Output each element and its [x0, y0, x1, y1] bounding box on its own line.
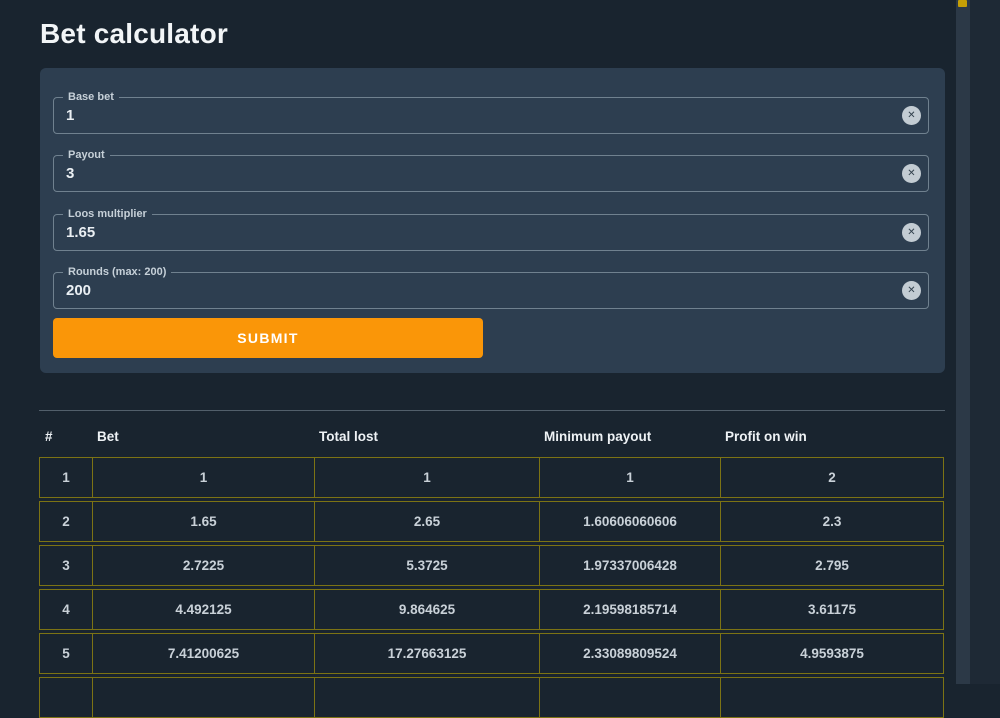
table-cell: 2.33089809524 [539, 634, 720, 673]
rounds-value[interactable]: 200 [66, 273, 892, 308]
table-row: 57.4120062517.276631252.330898095244.959… [39, 633, 944, 674]
submit-button[interactable]: SUBMIT [53, 318, 483, 358]
table-cell: 4.9593875 [720, 634, 943, 673]
table-cell: 2.19598185714 [539, 590, 720, 629]
loss-multiplier-clear-button[interactable]: ✕ [902, 223, 921, 242]
bet-form-card: Base bet 1 ✕ Payout 3 ✕ Loos multiplier … [40, 68, 945, 373]
payout-field[interactable]: Payout 3 ✕ [53, 155, 929, 192]
table-cell: 1 [92, 458, 314, 497]
table-cell: 1 [40, 458, 92, 497]
scrollbar-track[interactable] [956, 0, 970, 684]
table-cell: 1 [539, 458, 720, 497]
loss-multiplier-field[interactable]: Loos multiplier 1.65 ✕ [53, 214, 929, 251]
table-cell: 1 [314, 458, 539, 497]
rounds-clear-button[interactable]: ✕ [902, 281, 921, 300]
column-header-bet: Bet [92, 429, 314, 444]
clear-icon: ✕ [907, 228, 915, 238]
table-header-row: # Bet Total lost Minimum payout Profit o… [40, 421, 945, 451]
table-row: 44.4921259.8646252.195981857143.61175 [39, 589, 944, 630]
table-cell: 2 [40, 502, 92, 541]
table-row: 11112 [39, 457, 944, 498]
table-cell: 4 [40, 590, 92, 629]
base-bet-clear-button[interactable]: ✕ [902, 106, 921, 125]
table-cell: 1.60606060606 [539, 502, 720, 541]
payout-value[interactable]: 3 [66, 156, 892, 191]
table-cell: 2 [720, 458, 943, 497]
base-bet-field[interactable]: Base bet 1 ✕ [53, 97, 929, 134]
table-cell: 2.7225 [92, 546, 314, 585]
table-cell: 5.3725 [314, 546, 539, 585]
table-row-partial [39, 677, 944, 718]
table-cell: 2.65 [314, 502, 539, 541]
column-header-index: # [40, 429, 92, 444]
table-cell: 5 [40, 634, 92, 673]
table-top-divider [39, 410, 945, 411]
table-cell: 1.97337006428 [539, 546, 720, 585]
window-edge [970, 0, 1000, 684]
table-row: 32.72255.37251.973370064282.795 [39, 545, 944, 586]
table-cell: 17.27663125 [314, 634, 539, 673]
table-cell: 1.65 [92, 502, 314, 541]
clear-icon: ✕ [907, 169, 915, 179]
table-cell: 2.795 [720, 546, 943, 585]
base-bet-value[interactable]: 1 [66, 98, 892, 133]
results-table: 1111221.652.651.606060606062.332.72255.3… [39, 457, 944, 718]
table-cell: 7.41200625 [92, 634, 314, 673]
table-cell: 3 [40, 546, 92, 585]
table-cell: 2.3 [720, 502, 943, 541]
table-cell: 9.864625 [314, 590, 539, 629]
column-header-minimum-payout: Minimum payout [539, 429, 720, 444]
clear-icon: ✕ [907, 111, 915, 121]
table-cell: 3.61175 [720, 590, 943, 629]
clear-icon: ✕ [907, 286, 915, 296]
loss-multiplier-value[interactable]: 1.65 [66, 215, 892, 250]
scrollbar-thumb[interactable] [958, 0, 967, 7]
column-header-total-lost: Total lost [314, 429, 539, 444]
rounds-field[interactable]: Rounds (max: 200) 200 ✕ [53, 272, 929, 309]
payout-clear-button[interactable]: ✕ [902, 164, 921, 183]
table-row: 21.652.651.606060606062.3 [39, 501, 944, 542]
column-header-profit-on-win: Profit on win [720, 429, 945, 444]
page-title: Bet calculator [40, 18, 228, 50]
table-cell: 4.492125 [92, 590, 314, 629]
